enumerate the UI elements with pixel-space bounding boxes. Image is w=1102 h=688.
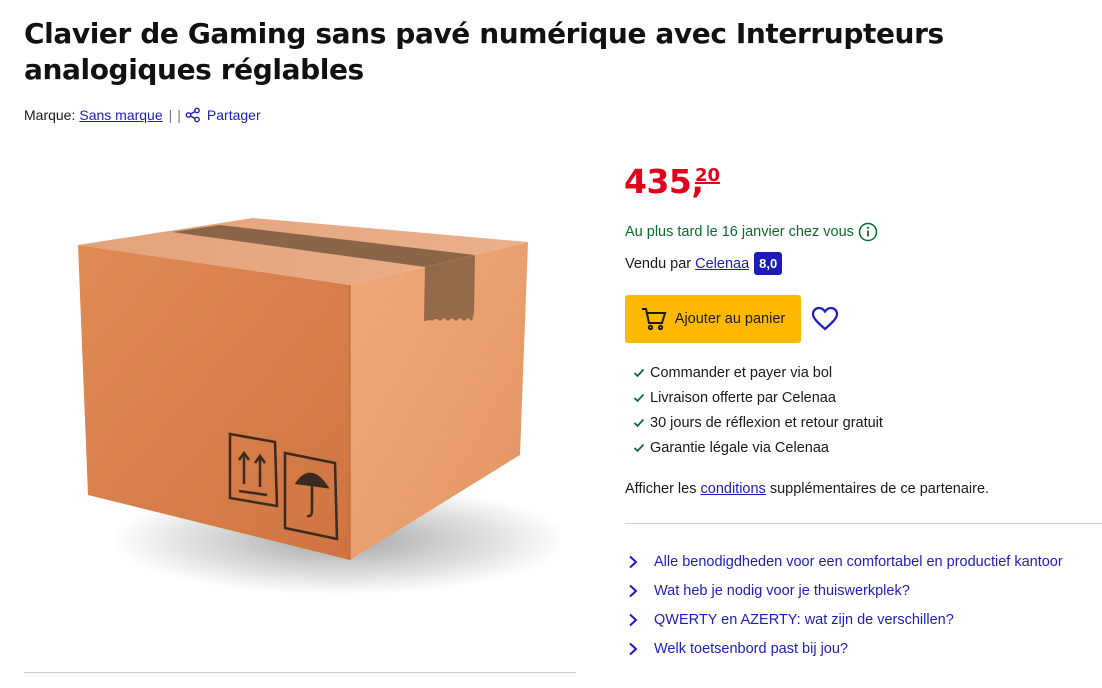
brand-label: Marque: bbox=[24, 107, 76, 123]
meta-separator-2: | bbox=[177, 107, 181, 123]
info-icon[interactable] bbox=[858, 222, 878, 242]
cart-icon bbox=[641, 308, 667, 331]
related-link[interactable]: QWERTY en AZERTY: wat zijn de verschille… bbox=[628, 605, 1063, 634]
product-meta: Marque: Sans marque | | Partager bbox=[24, 107, 261, 123]
product-image[interactable] bbox=[60, 195, 570, 615]
related-link[interactable]: Alle benodigdheden voor een comfortabel … bbox=[628, 547, 1063, 576]
add-to-cart-label: Ajouter au panier bbox=[674, 311, 786, 327]
share-label: Partager bbox=[206, 107, 261, 123]
chevron-right-icon bbox=[629, 642, 638, 655]
delivery-info: Au plus tard le 16 janvier chez vous bbox=[625, 222, 878, 242]
check-icon bbox=[633, 393, 645, 402]
related-link[interactable]: Wat heb je nodig voor je thuiswerkplek? bbox=[628, 576, 1063, 605]
partner-conditions: Afficher les conditions supplémentaires … bbox=[625, 481, 990, 497]
price-euros: 435 bbox=[624, 162, 692, 201]
share-icon bbox=[185, 107, 200, 123]
price: 435 , 20 bbox=[624, 162, 720, 202]
add-to-cart-button[interactable]: Ajouter au panier bbox=[625, 295, 801, 343]
meta-separator: | bbox=[168, 107, 173, 123]
chevron-right-icon bbox=[629, 555, 638, 568]
usp-list: Commander et payer via bol Livraison off… bbox=[633, 360, 883, 460]
chevron-right-icon bbox=[629, 584, 638, 597]
delivery-text: Au plus tard le 16 janvier chez vous bbox=[625, 224, 854, 240]
brand-link[interactable]: Sans marque bbox=[79, 107, 162, 123]
section-divider bbox=[625, 523, 1102, 524]
check-icon bbox=[633, 418, 645, 427]
product-title: Clavier de Gaming sans pavé numérique av… bbox=[24, 17, 944, 86]
share-button[interactable]: Partager bbox=[185, 107, 261, 123]
chevron-right-icon bbox=[629, 613, 638, 626]
usp-item: Commander et payer via bol bbox=[633, 360, 883, 385]
related-link[interactable]: Welk toetsenbord past bij jou? bbox=[628, 634, 1063, 663]
conditions-link[interactable]: conditions bbox=[701, 481, 766, 497]
usp-item: 30 jours de réflexion et retour gratuit bbox=[633, 410, 883, 435]
related-links: Alle benodigdheden voor een comfortabel … bbox=[628, 547, 1063, 663]
seller-info: Vendu par Celenaa 8,0 bbox=[625, 252, 783, 275]
usp-item: Livraison offerte par Celenaa bbox=[633, 385, 883, 410]
cardboard-box-image bbox=[78, 218, 570, 595]
seller-rating-badge: 8,0 bbox=[754, 252, 783, 275]
check-icon bbox=[633, 443, 645, 452]
image-bottom-divider bbox=[24, 672, 576, 673]
price-cents: 20 bbox=[694, 165, 720, 186]
heart-icon[interactable] bbox=[811, 306, 839, 332]
seller-label: Vendu par bbox=[625, 255, 692, 272]
seller-link[interactable]: Celenaa bbox=[695, 256, 749, 272]
check-icon bbox=[633, 368, 645, 377]
usp-item: Garantie légale via Celenaa bbox=[633, 435, 883, 460]
